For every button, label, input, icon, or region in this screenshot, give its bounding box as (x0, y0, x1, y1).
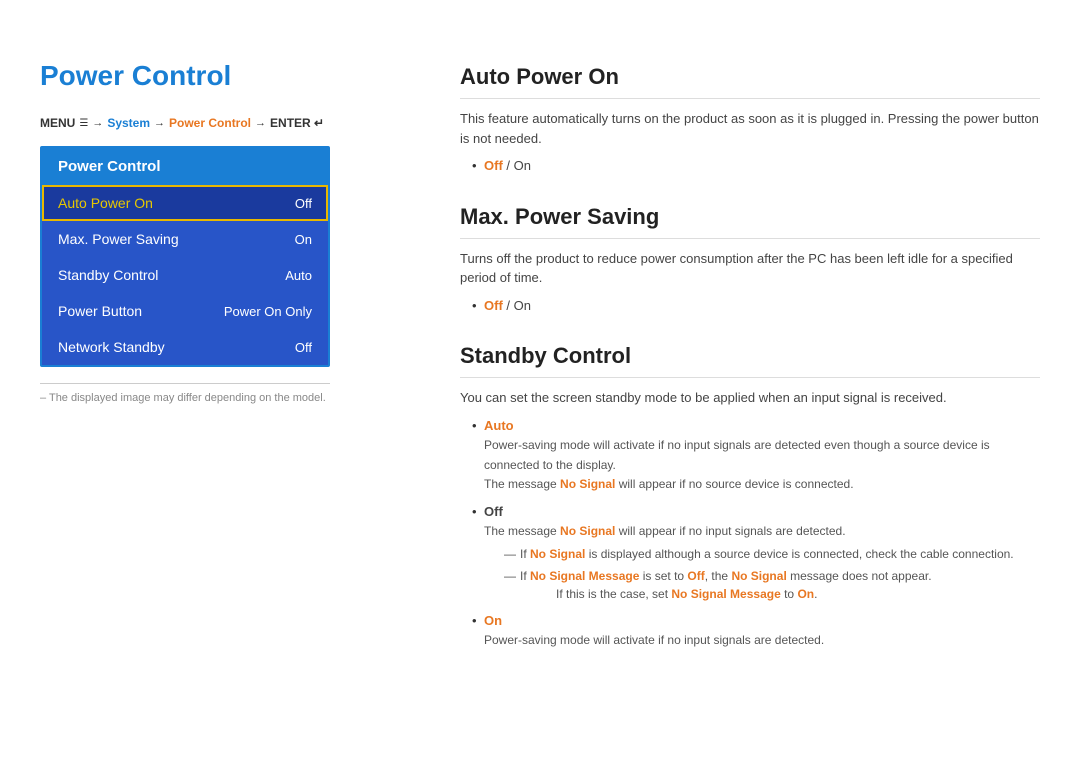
off-body: The message No Signal will appear if no … (484, 524, 846, 538)
breadcrumb-enter: ENTER ↵ (270, 116, 324, 130)
separator: / On (506, 298, 531, 313)
bullet-list-max-power-saving: Off / On (460, 296, 1040, 316)
no-signal-msg-highlight: No Signal Message (530, 569, 639, 583)
list-item-auto: Auto Power-saving mode will activate if … (472, 416, 1040, 494)
list-item-on: On Power-saving mode will activate if no… (472, 611, 1040, 650)
bullet-list-auto-power-on: Off / On (460, 156, 1040, 176)
menu-item-label: Network Standby (58, 339, 165, 355)
section-desc-standby-control: You can set the screen standby mode to b… (460, 388, 1040, 408)
highlight-off: Off (484, 298, 503, 313)
on-highlight: On (797, 587, 814, 601)
breadcrumb-power-control: Power Control (169, 116, 251, 130)
menu-item-value: Off (295, 340, 312, 355)
right-panel: Auto Power On This feature automatically… (460, 60, 1040, 678)
list-item-off: Off The message No Signal will appear if… (472, 502, 1040, 603)
menu-item-label: Power Button (58, 303, 142, 319)
breadcrumb: MENU ☰ → System → Power Control → ENTER … (40, 116, 400, 130)
no-signal-highlight: No Signal (530, 547, 585, 561)
section-standby-control: Standby Control You can set the screen s… (460, 343, 1040, 650)
breadcrumb-arrow1: → (92, 117, 103, 129)
section-desc-auto-power-on: This feature automatically turns on the … (460, 109, 1040, 148)
subnote-1: If No Signal is displayed although a sou… (504, 545, 1040, 563)
page-title: Power Control (40, 60, 400, 92)
on-label: On (484, 613, 502, 628)
footnote: – The displayed image may differ dependi… (40, 392, 400, 404)
bullet-list-standby-control: Auto Power-saving mode will activate if … (460, 416, 1040, 650)
menu-item-standby-control[interactable]: Standby Control Auto (42, 257, 328, 293)
list-item: Off / On (472, 156, 1040, 176)
list-item: Off / On (472, 296, 1040, 316)
on-body: Power-saving mode will activate if no in… (484, 633, 824, 647)
section-max-power-saving: Max. Power Saving Turns off the product … (460, 204, 1040, 316)
highlight-off: Off (484, 158, 503, 173)
left-panel: Power Control MENU ☰ → System → Power Co… (40, 60, 400, 678)
menu-item-value: Off (295, 196, 312, 211)
no-signal-highlight2: No Signal (731, 569, 786, 583)
section-title-auto-power-on: Auto Power On (460, 64, 1040, 99)
off-label: Off (484, 504, 503, 519)
no-signal-msg-highlight2: No Signal Message (671, 587, 780, 601)
menu-item-label: Standby Control (58, 267, 158, 283)
no-signal-label2: No Signal (560, 524, 615, 538)
menu-item-power-button[interactable]: Power Button Power On Only (42, 293, 328, 329)
separator: / On (506, 158, 531, 173)
breadcrumb-menu: MENU (40, 116, 75, 130)
breadcrumb-menu-icon: ☰ (79, 118, 88, 129)
menu-header: Power Control (42, 148, 328, 185)
highlight-auto: Auto (484, 418, 514, 433)
menu-item-value: Power On Only (224, 304, 312, 319)
section-desc-max-power-saving: Turns off the product to reduce power co… (460, 249, 1040, 288)
divider (40, 383, 330, 384)
menu-item-value: Auto (285, 268, 312, 283)
auto-body: Power-saving mode will activate if no in… (484, 438, 990, 491)
section-auto-power-on: Auto Power On This feature automatically… (460, 64, 1040, 176)
section-title-max-power-saving: Max. Power Saving (460, 204, 1040, 239)
menu-box: Power Control Auto Power On Off Max. Pow… (40, 146, 330, 367)
menu-item-network-standby[interactable]: Network Standby Off (42, 329, 328, 365)
menu-item-value: On (295, 232, 312, 247)
menu-item-auto-power-on[interactable]: Auto Power On Off (42, 185, 328, 221)
no-signal-label: No Signal (560, 477, 615, 491)
breadcrumb-arrow2: → (154, 117, 165, 129)
off-highlight: Off (687, 569, 704, 583)
menu-item-label: Auto Power On (58, 195, 153, 211)
subnote-2: If No Signal Message is set to Off, the … (504, 567, 1040, 603)
nested-note: If this is the case, set No Signal Messa… (540, 587, 817, 601)
section-title-standby-control: Standby Control (460, 343, 1040, 378)
menu-item-max-power-saving[interactable]: Max. Power Saving On (42, 221, 328, 257)
breadcrumb-system: System (107, 116, 150, 130)
breadcrumb-arrow3: → (255, 117, 266, 129)
menu-item-label: Max. Power Saving (58, 231, 179, 247)
